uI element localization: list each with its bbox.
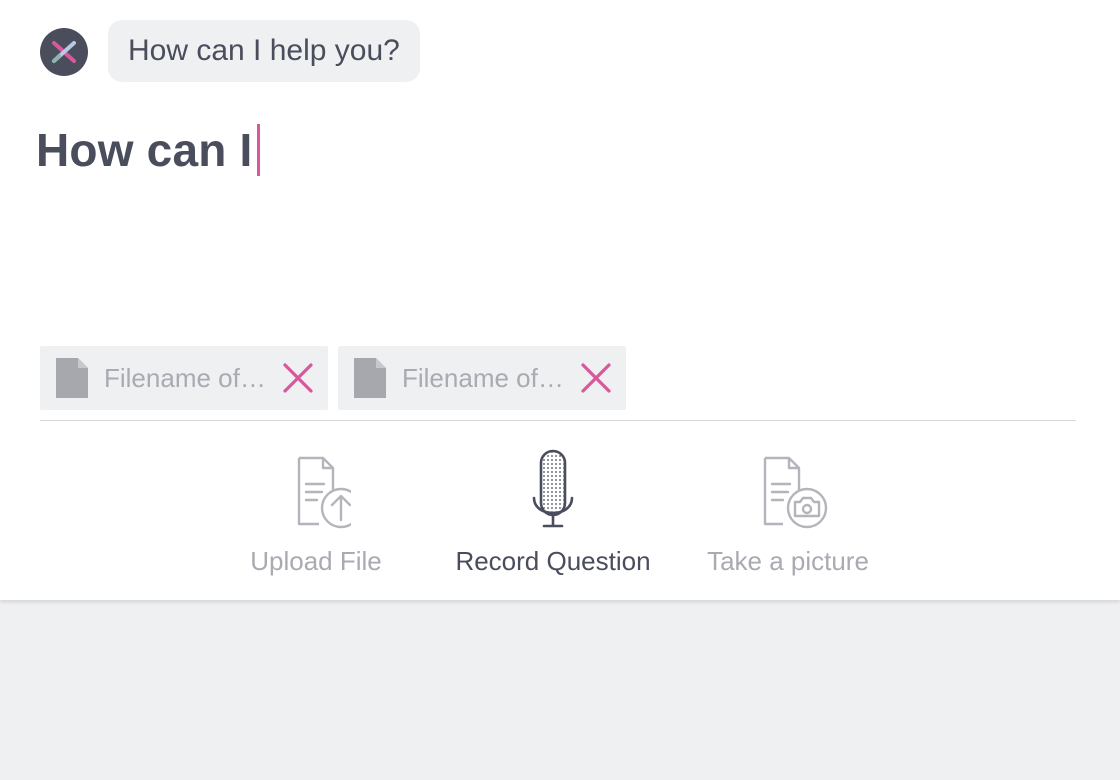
question-text[interactable]: How can I (36, 123, 253, 177)
camera-document-icon (763, 456, 828, 529)
file-icon (56, 358, 88, 398)
assistant-greeting: How can I help you? (108, 20, 420, 82)
question-input[interactable]: How can I (36, 120, 260, 180)
record-question-label: Record Question (455, 546, 651, 576)
attachment-filename: Filename of attachment (104, 362, 266, 393)
chat-panel: How can I help you? How can I Filename o… (0, 0, 1120, 600)
close-icon[interactable] (282, 362, 314, 394)
attachment-chip: Filename of attachment (338, 346, 626, 410)
upload-file-label: Upload File (250, 546, 382, 576)
close-icon[interactable] (580, 362, 612, 394)
assistant-logo-icon (52, 41, 76, 63)
text-caret (256, 124, 260, 176)
attachment-list: Filename of attachment Filename of attac… (40, 346, 626, 410)
take-picture-label: Take a picture (707, 546, 869, 576)
record-question-button[interactable]: Record Question (455, 446, 651, 576)
upload-file-icon (297, 456, 351, 529)
attachment-chip: Filename of attachment (40, 346, 328, 410)
take-picture-button[interactable]: Take a picture (707, 446, 869, 576)
file-icon (354, 358, 386, 398)
upload-file-button[interactable]: Upload File (250, 446, 382, 576)
toolbar-divider (40, 420, 1076, 421)
assistant-avatar (40, 28, 88, 76)
attachment-filename: Filename of attachment (402, 362, 564, 393)
microphone-icon (532, 449, 574, 528)
